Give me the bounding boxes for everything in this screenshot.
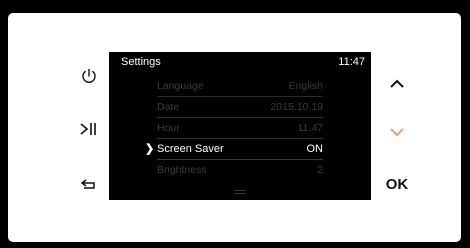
menu-item-value: English [288,80,323,92]
menu-item-value: 11:47 [297,122,324,134]
menu-item-screen-saver[interactable]: ❯ Screen Saver ON [145,139,324,160]
up-button[interactable] [382,71,412,97]
menu-item-label: Screen Saver [157,143,224,155]
menu-item-hour[interactable]: Hour 11:47 [157,118,323,139]
power-button[interactable] [74,63,104,89]
screen-titlebar: Settings 11:47 [109,52,371,72]
play-pause-icon [80,123,96,135]
screen-clock: 11:47 [338,56,365,68]
play-pause-button[interactable] [74,116,104,142]
menu-item-label: Date [157,101,180,113]
settings-menu: Language English Date 2015.10.19 Hour 11… [109,76,371,181]
selection-arrow-icon: ❯ [145,143,155,155]
menu-item-value: 2015.10.19 [270,101,323,113]
menu-item-value: 2 [317,164,323,176]
menu-item-label: Language [157,80,204,92]
display-screen: Settings 11:47 Language English Date 201… [109,52,371,200]
menu-item-label: Brightness [157,164,207,176]
chevron-down-icon [390,128,404,137]
screen-title: Settings [121,56,161,68]
ok-label: OK [385,175,409,193]
menu-item-label: Hour [157,122,180,134]
back-button[interactable] [74,171,104,197]
down-button[interactable] [382,119,412,145]
ok-button[interactable]: OK [382,171,412,197]
menu-item-language[interactable]: Language English [157,76,323,97]
menu-item-date[interactable]: Date 2015.10.19 [157,97,323,118]
chevron-up-icon [390,79,404,88]
back-icon [80,179,95,189]
power-icon [82,68,96,83]
menu-item-brightness[interactable]: Brightness 2 [157,160,323,181]
scroll-indicator-icon [234,190,246,194]
menu-item-value: ON [306,143,324,155]
